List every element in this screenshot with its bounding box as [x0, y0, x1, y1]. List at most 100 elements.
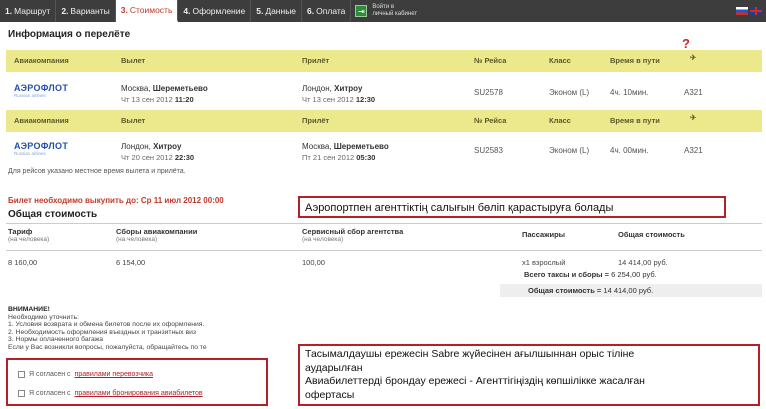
agree-carrier-checkbox[interactable] — [18, 371, 25, 378]
col-total: Общая стоимость — [618, 230, 685, 239]
taxes-value: 6 254,00 руб. — [611, 270, 657, 279]
aircraft-type: A321 — [684, 146, 703, 155]
date-text: Чт 13 сен 2012 — [121, 95, 175, 104]
local-time-note: Для рейсов указано местное время вылета … — [8, 168, 186, 175]
flight-class: Эконом (L) — [549, 146, 590, 155]
city-name: Лондон, — [121, 142, 154, 151]
tab-label: Варианты — [70, 6, 110, 16]
time-text: 05:30 — [356, 153, 376, 162]
logo-subtext: Russian airlines — [14, 151, 46, 156]
agreements-box: Я согласен с правилами перевозчика Я сог… — [6, 358, 268, 406]
divider — [6, 223, 762, 224]
tab-route[interactable]: 1. Маршрут — [0, 0, 57, 22]
col-tariff: Тариф (на человека) — [8, 228, 49, 244]
logo-text: АЭРОФЛОТ — [14, 141, 69, 151]
flight-info-title: Информация о перелёте — [8, 29, 131, 40]
aircraft-type: A321 — [684, 88, 703, 97]
col-class: Класс — [549, 56, 571, 65]
col-passengers: Пассажиры — [522, 230, 566, 239]
departure-city: Лондон, Хитроу — [121, 142, 181, 151]
col-label: Сервисный сбор агентства — [302, 227, 404, 236]
warning-title: ВНИМАНИЕ! — [8, 306, 50, 313]
col-sublabel: (на человека) — [116, 236, 158, 243]
login-icon: ⇥ — [355, 5, 368, 17]
airport-name: Хитроу — [153, 142, 182, 151]
airport-name: Шереметьево — [152, 84, 208, 93]
cabinet-label-1: Войти в — [372, 4, 395, 10]
tab-label: Маршрут — [14, 6, 51, 16]
date-text: Чт 20 сен 2012 — [121, 153, 175, 162]
city-name: Лондон, — [302, 84, 335, 93]
tab-cost[interactable]: 3. Стоимость — [115, 0, 179, 22]
time-text: 11:20 — [174, 95, 194, 104]
flight-number: SU2578 — [474, 88, 503, 97]
tab-number: 6. — [307, 6, 315, 16]
help-question-mark[interactable]: ? — [682, 36, 690, 51]
tariff-value: 8 160,00 — [8, 258, 38, 267]
tab-booking[interactable]: 4. Оформление — [178, 0, 252, 22]
flight-duration: 4ч. 10мин. — [610, 88, 649, 97]
warning-line: Если у Вас возникли вопросы, пожалуйста,… — [8, 343, 207, 351]
aeroflot-logo: АЭРОФЛОТ Russian airlines — [14, 141, 68, 156]
col-fees: Сборы авиакомпании (на человека) — [116, 228, 197, 244]
login-cabinet-link[interactable]: ⇥ Войти в личный кабинет — [351, 0, 417, 22]
departure-city: Москва, Шереметьево — [121, 84, 208, 93]
col-departure: Вылет — [121, 56, 146, 65]
divider — [6, 250, 762, 251]
taxes-label: Всего таксы и сборы = — [524, 270, 610, 279]
col-class: Класс — [549, 116, 571, 125]
tab-number: 1. — [5, 6, 13, 16]
language-switcher — [736, 0, 766, 22]
col-departure: Вылет — [121, 116, 146, 125]
tab-label: Данные — [265, 6, 297, 16]
logo-text: АЭРОФЛОТ — [14, 83, 69, 93]
tab-variants[interactable]: 2. Варианты — [56, 0, 116, 22]
flight-duration: 4ч. 00мин. — [610, 146, 649, 155]
booking-rules-link[interactable]: правилами бронирования авиабилетов — [75, 390, 203, 397]
tab-number: 3. — [120, 5, 128, 15]
flight-table-header: Авиакомпания Вылет Прилёт № Рейса Класс … — [6, 110, 762, 132]
airport-name: Хитроу — [334, 84, 363, 93]
aeroflot-logo: АЭРОФЛОТ Russian airlines — [14, 83, 68, 98]
warning-line: 3. Нормы оплаченного багажа — [8, 336, 104, 344]
arrival-date: Чт 13 сен 2012 12:30 — [302, 95, 375, 104]
city-name: Москва, — [121, 84, 153, 93]
flight-row: АЭРОФЛОТ Russian airlines Москва, Шеремет… — [6, 76, 762, 108]
tab-number: 4. — [183, 6, 191, 16]
plane-icon: ✈ — [690, 113, 697, 122]
time-text: 12:30 — [355, 95, 376, 104]
tab-data[interactable]: 5. Данные — [251, 0, 303, 22]
col-flight: № Рейса — [474, 116, 507, 125]
taxes-total: Всего таксы и сборы = 6 254,00 руб. — [524, 270, 657, 279]
agree-booking-checkbox[interactable] — [18, 390, 25, 397]
callout-line: офертасы — [305, 388, 355, 401]
arrival-city: Москва, Шереметьево — [302, 142, 389, 151]
arrival-date: Пт 21 сен 2012 05:30 — [302, 153, 375, 162]
callout-line: Тасымалдаушы ережесін Sabre жүйесінен ағ… — [305, 348, 635, 360]
col-sublabel: (на человека) — [8, 236, 50, 243]
fees-value: 6 154,00 — [116, 258, 146, 267]
grand-total-value: 14 414,00 руб. — [603, 286, 654, 295]
cabinet-label-2: личный кабинет — [372, 11, 418, 17]
arrival-city: Лондон, Хитроу — [302, 84, 362, 93]
carrier-rules-link[interactable]: правилами перевозчика — [75, 371, 153, 378]
col-flight: № Рейса — [474, 56, 507, 65]
col-airline: Авиакомпания — [14, 56, 69, 65]
total-value: 14 414,00 руб. — [618, 258, 668, 267]
tab-payment[interactable]: 6. Оплата — [302, 0, 352, 22]
english-flag-icon[interactable] — [750, 7, 762, 15]
tab-label: Стоимость — [129, 5, 173, 15]
flight-class: Эконом (L) — [549, 88, 590, 97]
russian-flag-icon[interactable] — [736, 7, 748, 15]
top-nav: 1. Маршрут 2. Варианты 3. Стоимость 4. Оформ… — [0, 0, 766, 22]
time-text: 22:30 — [174, 153, 195, 162]
agree-prefix: Я согласен с — [29, 371, 71, 378]
warning-block: ВНИМАНИЕ! Необходимо уточнить: 1. Услови… — [8, 306, 207, 352]
city-name: Москва, — [302, 142, 334, 151]
col-label: Тариф — [8, 227, 33, 236]
flight-table-header: Авиакомпания Вылет Прилёт № Рейса Класс … — [6, 50, 762, 72]
col-duration: Время в пути — [610, 56, 660, 65]
col-arrival: Прилёт — [302, 116, 330, 125]
agree-booking-rules: Я согласен с правилами бронирования авиа… — [18, 390, 203, 397]
warning-line: 1. Условия возврата и обмена билетов пос… — [8, 321, 205, 329]
